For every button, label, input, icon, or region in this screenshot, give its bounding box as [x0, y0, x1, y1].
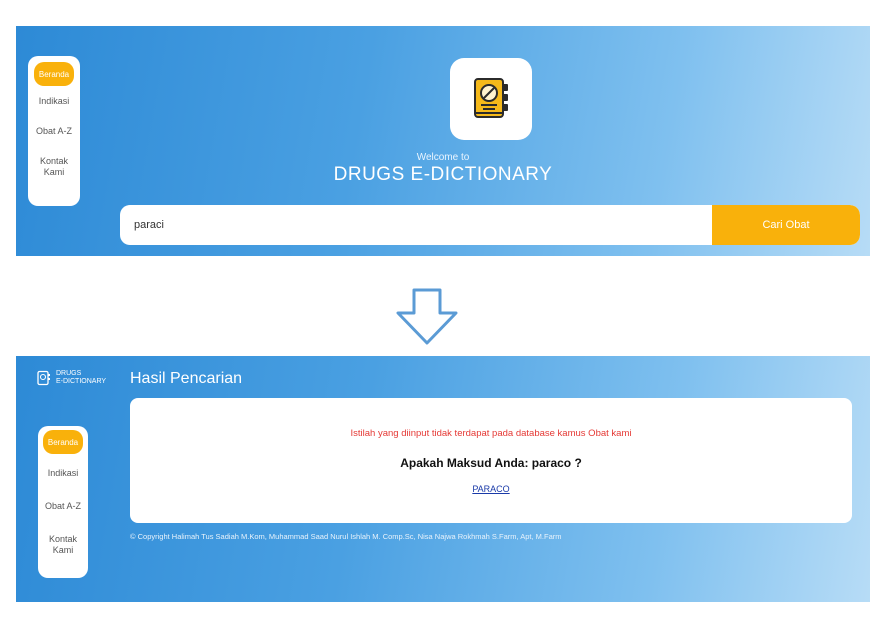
book-pill-logo-icon — [474, 78, 508, 118]
nav-item-obat-az[interactable]: Obat A-Z — [36, 126, 72, 137]
nav-item-indikasi[interactable]: Indikasi — [39, 96, 70, 107]
nav-item-beranda[interactable]: Beranda — [34, 62, 74, 86]
suggestion-text: Apakah Maksud Anda: paraco ? — [400, 456, 582, 470]
app-logo — [450, 58, 532, 140]
suggestion-link-wrapper: PARACO — [130, 484, 852, 494]
nav-item-indikasi[interactable]: Indikasi — [48, 468, 79, 479]
nav-item-beranda[interactable]: Beranda — [43, 430, 83, 454]
search-input[interactable] — [120, 205, 716, 245]
header-brand-line2: E-DICTIONARY — [56, 378, 107, 385]
page-title: Hasil Pencarian — [130, 370, 243, 387]
book-logo-icon — [37, 370, 50, 386]
header-brand-text: DRUGS E-DICTIONARY — [56, 370, 106, 386]
copyright-footer: © Copyright Halimah Tus Sadiah M.Kom, Mu… — [130, 532, 562, 541]
nav-item-obat-az[interactable]: Obat A-Z — [45, 501, 81, 512]
search-result-card: Istilah yang diinput tidak terdapat pada… — [130, 398, 852, 523]
results-screen: DRUGS E-DICTIONARY Hasil Pencarian Beran… — [16, 356, 870, 602]
header-brand[interactable]: DRUGS E-DICTIONARY — [36, 370, 106, 386]
sidebar-nav: Beranda Indikasi Obat A-Z Kontak Kami — [38, 426, 88, 578]
search-bar: Cari Obat — [120, 205, 860, 245]
header-brand-line1: DRUGS — [56, 370, 82, 377]
welcome-text: Welcome to — [416, 152, 470, 163]
not-found-message: Istilah yang diinput tidak terdapat pada… — [350, 428, 632, 439]
down-arrow-icon — [396, 288, 458, 345]
suggestion-link[interactable]: PARACO — [472, 484, 509, 494]
search-button[interactable]: Cari Obat — [712, 205, 860, 245]
app-title: DRUGS E-DICTIONARY — [333, 164, 553, 185]
search-screen: Beranda Indikasi Obat A-Z Kontak Kami We… — [16, 26, 870, 256]
nav-item-kontak-kami[interactable]: Kontak Kami — [49, 534, 77, 556]
